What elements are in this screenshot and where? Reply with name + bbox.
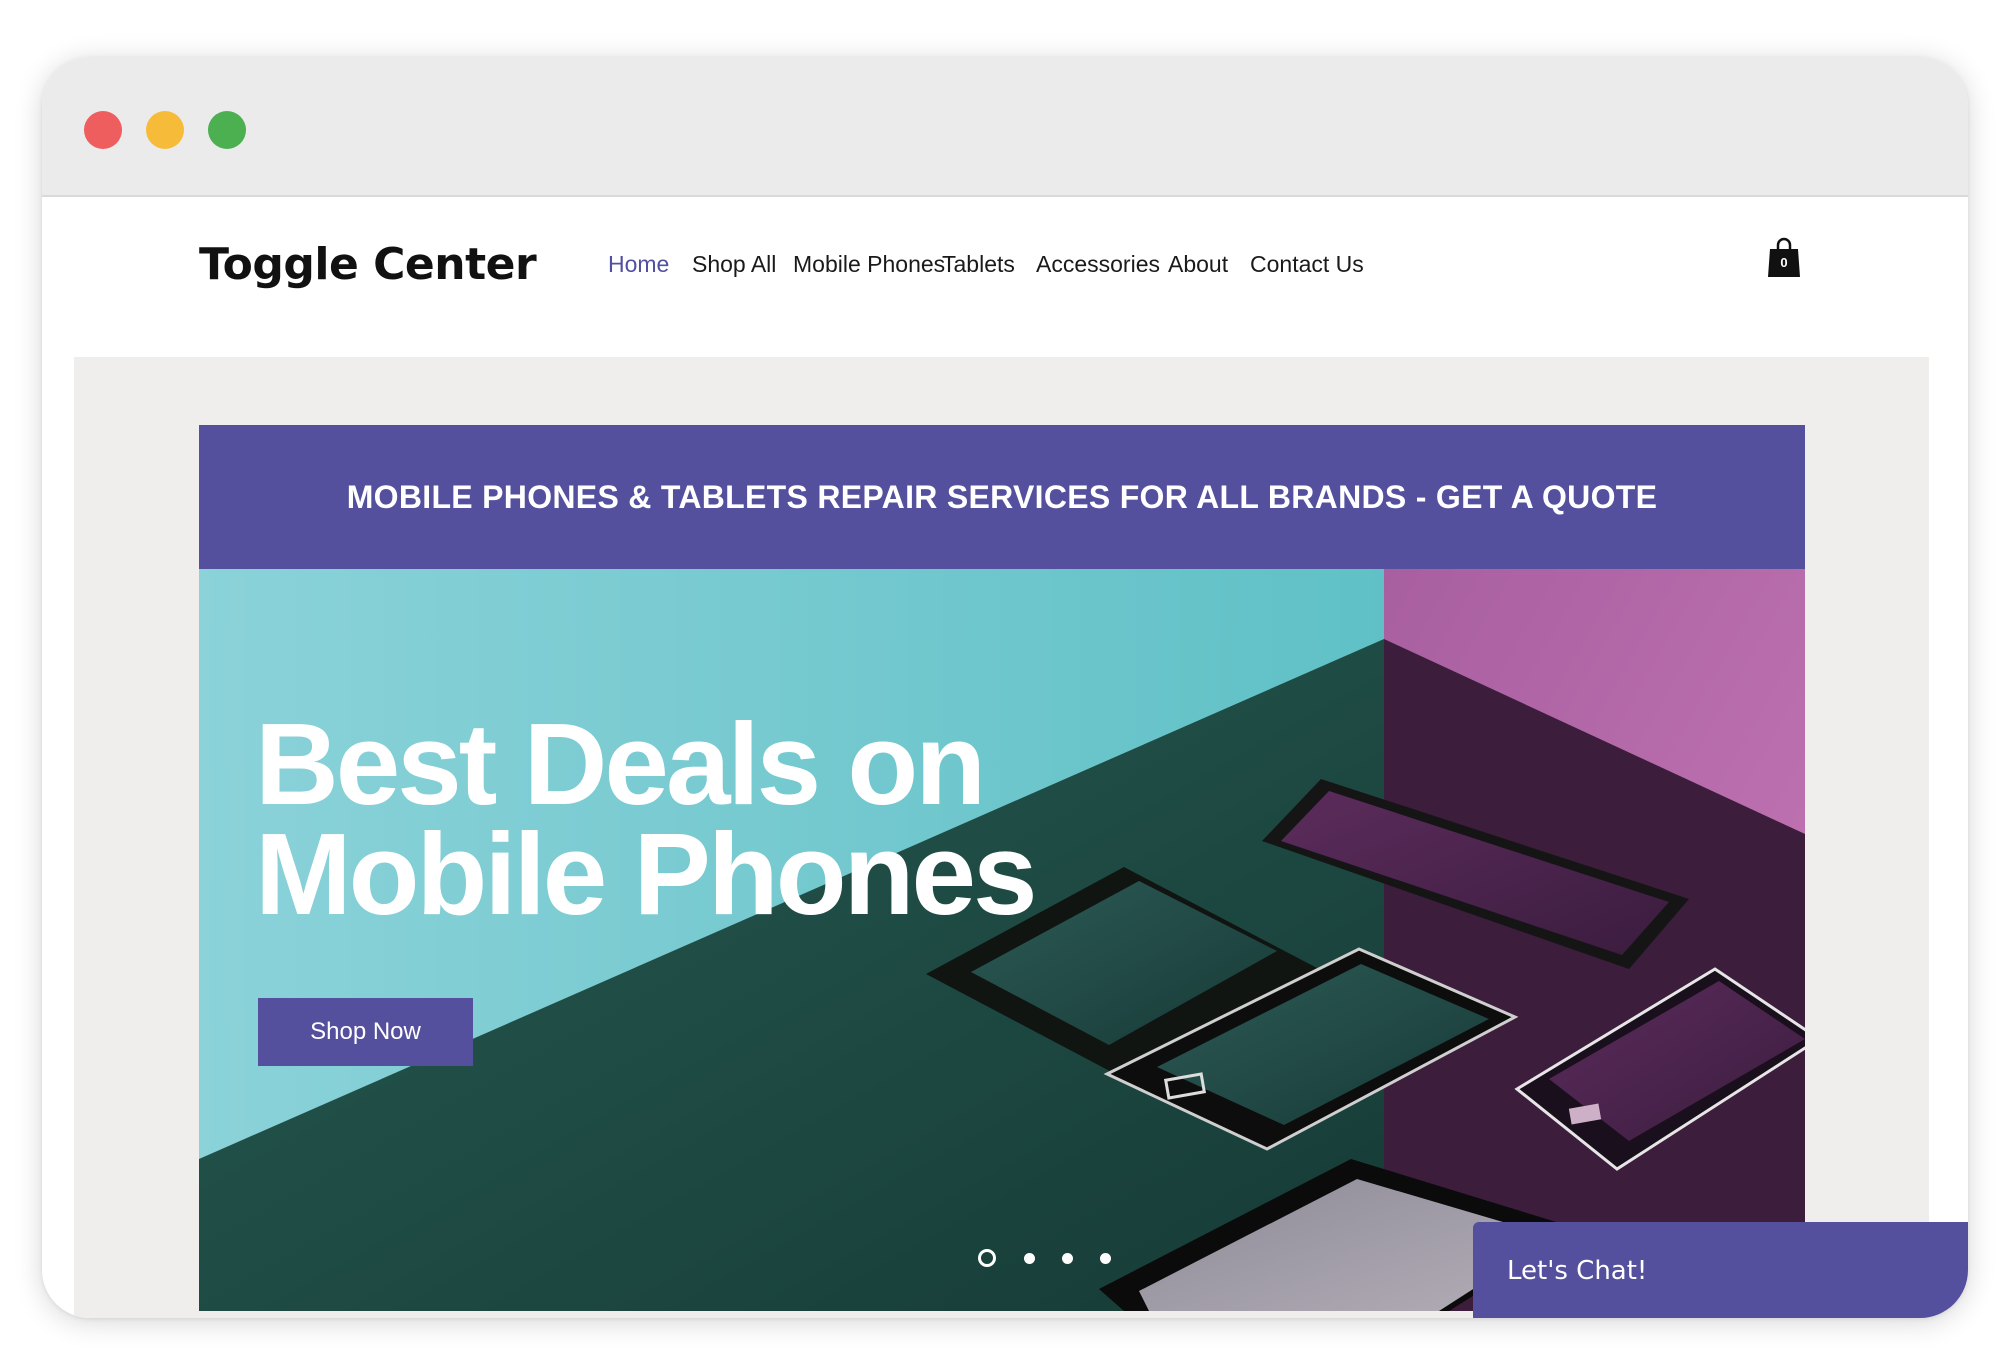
hero-slideshow: Best Deals on Mobile Phones Shop Now — [199, 569, 1805, 1311]
hero-title: Best Deals on Mobile Phones — [255, 699, 1038, 939]
cart-count: 0 — [1780, 255, 1788, 270]
browser-window: Toggle Center Home Shop All Mobile Phone… — [42, 57, 1968, 1318]
chat-widget-button[interactable]: Let's Chat! — [1473, 1222, 1968, 1318]
nav-shop-all[interactable]: Shop All — [692, 251, 776, 278]
close-window-button[interactable] — [84, 111, 122, 149]
slide-dot-3[interactable] — [1062, 1253, 1073, 1264]
minimize-window-button[interactable] — [146, 111, 184, 149]
hero-title-line-1: Best Deals on — [255, 699, 986, 829]
cart-button[interactable]: 0 — [1767, 235, 1801, 279]
nav-tablets[interactable]: Tablets — [942, 251, 1015, 278]
repair-promo-banner[interactable]: MOBILE PHONES & TABLETS REPAIR SERVICES … — [199, 425, 1805, 569]
nav-accessories[interactable]: Accessories — [1036, 251, 1160, 278]
slide-dot-1[interactable] — [978, 1249, 996, 1267]
slide-dot-4[interactable] — [1100, 1253, 1111, 1264]
promo-text: MOBILE PHONES & TABLETS REPAIR SERVICES … — [346, 478, 1658, 515]
chat-label: Let's Chat! — [1507, 1256, 1648, 1286]
maximize-window-button[interactable] — [208, 111, 246, 149]
slide-dot-2[interactable] — [1024, 1253, 1035, 1264]
nav-about[interactable]: About — [1168, 251, 1228, 278]
site-header: Toggle Center Home Shop All Mobile Phone… — [42, 199, 1968, 349]
hero-image — [199, 569, 1805, 1311]
site-logo[interactable]: Toggle Center — [199, 239, 537, 290]
hero-title-line-2: Mobile Phones — [255, 809, 1038, 939]
nav-contact-us[interactable]: Contact Us — [1250, 251, 1364, 278]
shop-now-button[interactable]: Shop Now — [258, 998, 473, 1066]
nav-home[interactable]: Home — [608, 251, 669, 278]
window-titlebar — [42, 57, 1968, 197]
nav-mobile-phones[interactable]: Mobile Phones — [793, 251, 945, 278]
